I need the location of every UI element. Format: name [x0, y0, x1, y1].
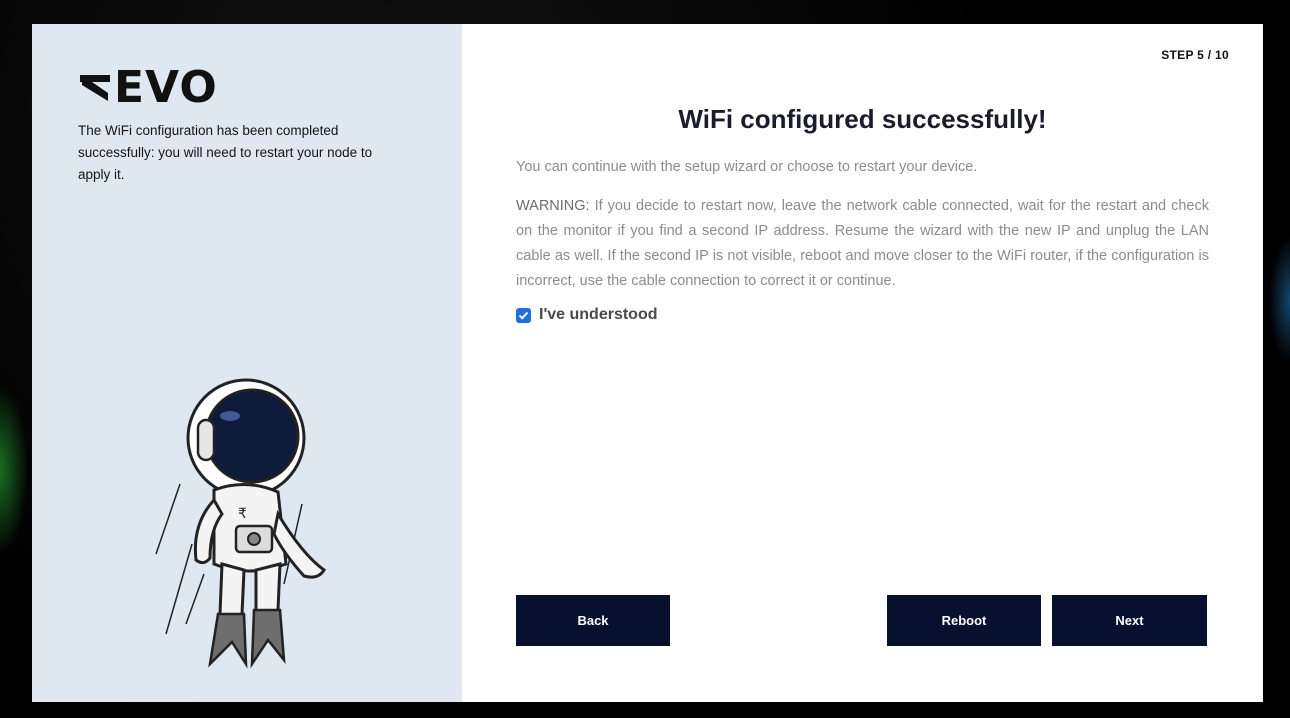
warning-paragraph: WARNING: If you decide to restart now, l…: [516, 194, 1209, 294]
warning-text: If you decide to restart now, leave the …: [516, 198, 1209, 289]
next-button[interactable]: Next: [1052, 595, 1207, 646]
revo-r-chevron-icon: [80, 75, 110, 101]
main-content: STEP 5 / 10 WiFi configured successfully…: [462, 24, 1263, 702]
back-button[interactable]: Back: [516, 595, 670, 646]
left-panel: EVO The WiFi configuration has been comp…: [32, 24, 462, 702]
setup-wizard-window: EVO The WiFi configuration has been comp…: [32, 24, 1263, 702]
brand-name: EVO: [114, 62, 218, 113]
warning-label: WARNING:: [516, 198, 590, 214]
astronaut-illustration: ₹: [155, 378, 326, 669]
reboot-button[interactable]: Reboot: [887, 595, 1041, 646]
understood-checkbox[interactable]: [516, 307, 531, 323]
left-description: The WiFi configuration has been complete…: [78, 123, 373, 182]
understood-checkbox-label[interactable]: I've understood: [539, 306, 657, 324]
svg-text:₹: ₹: [238, 506, 247, 522]
understood-checkbox-row[interactable]: I've understood: [516, 306, 1209, 324]
page-title: WiFi configured successfully!: [678, 104, 1047, 134]
intro-text: You can continue with the setup wizard o…: [516, 159, 978, 175]
revo-logo: EVO: [78, 62, 416, 113]
checkmark-icon: [518, 311, 529, 320]
step-indicator: STEP 5 / 10: [1161, 48, 1229, 62]
